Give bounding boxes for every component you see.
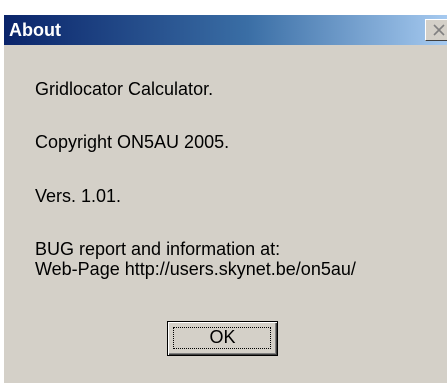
title-bar[interactable]: About [4,15,447,45]
window-title: About [9,20,61,40]
ok-button-label: OK [209,327,236,347]
web-page-text: Web-Page http://users.skynet.be/on5au/ [35,259,356,279]
close-button[interactable] [425,19,447,41]
app-name-text: Gridlocator Calculator. [35,79,214,99]
copyright-text: Copyright ON5AU 2005. [35,132,230,152]
version-text: Vers. 1.01. [35,186,122,206]
ok-button[interactable]: OK [167,321,278,356]
close-icon [433,24,445,36]
bug-report-text: BUG report and information at: [35,239,281,259]
background-strip-top [0,0,447,15]
